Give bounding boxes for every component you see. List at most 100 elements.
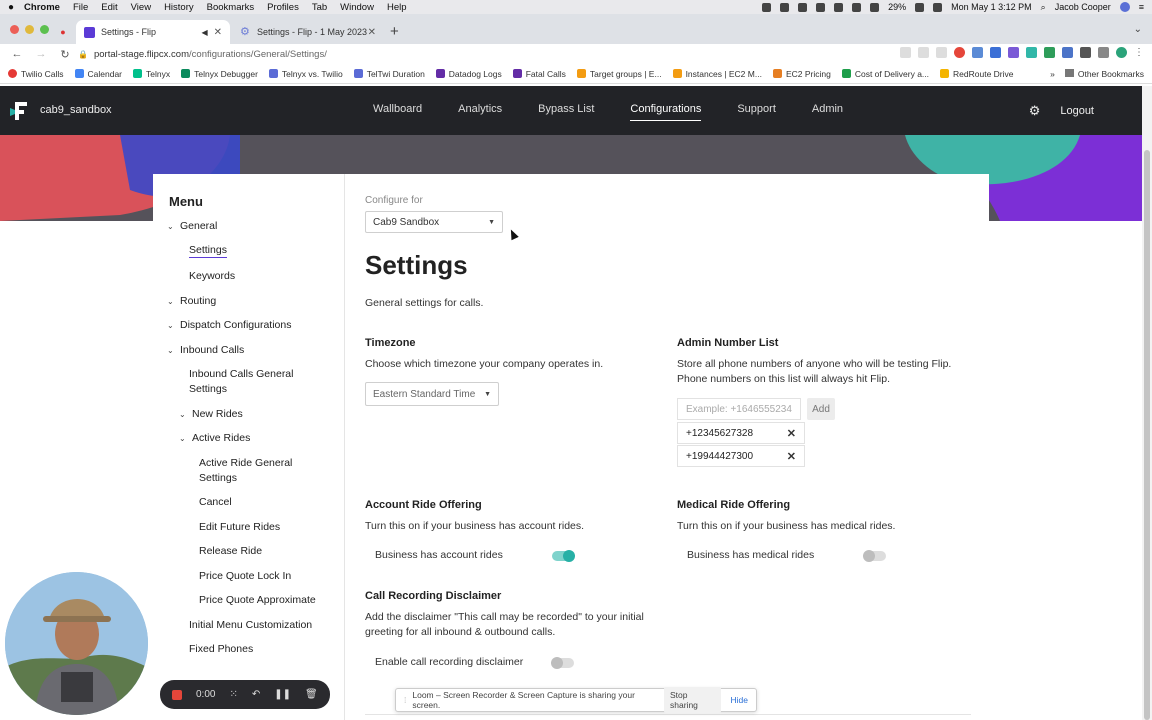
bookmark-target-groups[interactable]: Target groups | E... <box>576 69 662 79</box>
configure-for-select[interactable]: Cab9 Sandbox ▼ <box>365 211 503 233</box>
menu-new-rides[interactable]: ⌄ New Rides <box>179 407 243 422</box>
extension-icon[interactable] <box>972 47 983 58</box>
new-tab-button[interactable]: + <box>390 23 399 40</box>
drag-handle-icon[interactable]: ⁞ <box>404 695 406 705</box>
extension-record-icon[interactable] <box>954 47 965 58</box>
puzzle-icon[interactable] <box>1080 47 1091 58</box>
timezone-select[interactable]: Eastern Standard Time ▼ <box>365 382 499 406</box>
gear-icon[interactable]: ⚙ <box>1029 103 1041 119</box>
menu-initial-menu-customization[interactable]: Initial Menu Customization <box>189 618 312 633</box>
nav-analytics[interactable]: Analytics <box>458 103 502 121</box>
bookmark-teltwi-duration[interactable]: TelTwi Duration <box>353 69 425 79</box>
tab-close-icon[interactable]: ✕ <box>214 27 222 38</box>
battery-icon[interactable] <box>915 2 925 12</box>
user-name[interactable]: Jacob Cooper <box>1055 2 1111 12</box>
nav-configurations[interactable]: Configurations <box>630 103 702 121</box>
undo-icon[interactable]: ↶ <box>252 689 260 700</box>
extension-icon[interactable] <box>990 47 1001 58</box>
scrollbar-thumb[interactable] <box>1144 150 1150 720</box>
tab-close-icon[interactable]: ✕ <box>368 27 376 38</box>
nav-admin[interactable]: Admin <box>812 103 843 121</box>
menu-dispatch-configurations[interactable]: ⌄ Dispatch Configurations <box>167 318 291 333</box>
clock-icon[interactable] <box>834 2 844 12</box>
bookmark-fatal-calls[interactable]: Fatal Calls <box>512 69 566 79</box>
bookmark-datadog-logs[interactable]: Datadog Logs <box>435 69 502 79</box>
menu-cancel[interactable]: Cancel <box>199 495 232 510</box>
account-rides-toggle[interactable] <box>552 550 575 562</box>
back-icon[interactable]: ← <box>10 48 24 60</box>
menu-routing[interactable]: ⌄ Routing <box>167 294 216 309</box>
zoom-window-icon[interactable] <box>40 25 49 34</box>
nav-wallboard[interactable]: Wallboard <box>373 103 422 121</box>
dropbox-icon[interactable] <box>816 2 826 12</box>
admin-phone-input[interactable] <box>677 398 801 420</box>
menu-active-ride-general-settings[interactable]: Active Ride General Settings <box>199 456 292 486</box>
menu-edit-future-rides[interactable]: Edit Future Rides <box>199 520 280 535</box>
bookmark-redroute-drive[interactable]: RedRoute Drive <box>940 69 1014 79</box>
extension-icon[interactable] <box>1008 47 1019 58</box>
bookmark-ec2-pricing[interactable]: EC2 Pricing <box>772 69 831 79</box>
pinned-tab-record[interactable]: ● <box>54 20 72 44</box>
nav-support[interactable]: Support <box>737 103 776 121</box>
address-bar[interactable]: 🔒 portal-stage.flipcx.com/configurations… <box>78 46 898 62</box>
share-icon[interactable] <box>918 47 929 58</box>
logout-button[interactable]: ⚙ Logout <box>1029 103 1094 119</box>
nav-bypass-list[interactable]: Bypass List <box>538 103 594 121</box>
bookmarks-overflow-icon[interactable]: » <box>1050 69 1055 79</box>
menu-edit[interactable]: Edit <box>101 2 117 13</box>
grid-icon[interactable]: ⁙ <box>229 689 237 700</box>
menu-profiles[interactable]: Profiles <box>267 2 299 13</box>
more-options-icon[interactable]: ⋮ <box>1134 47 1144 58</box>
menu-inbound-calls[interactable]: ⌄ Inbound Calls <box>167 343 244 358</box>
menu-settings[interactable]: Settings <box>189 243 227 258</box>
flip-logo-icon[interactable] <box>10 100 30 122</box>
menu-app[interactable]: Chrome <box>24 2 60 13</box>
extension-icon[interactable] <box>1026 47 1037 58</box>
menu-inbound-calls-general-settings[interactable]: Inbound Calls General Settings <box>189 367 293 397</box>
medical-rides-toggle[interactable] <box>863 550 886 562</box>
tab-settings-flip-dated[interactable]: ⚙ Settings - Flip - 1 May 2023 ✕ <box>232 20 384 44</box>
mic-permission-icon[interactable] <box>900 47 911 58</box>
trash-icon[interactable]: 🗑 <box>305 689 318 700</box>
menu-window[interactable]: Window <box>340 2 374 13</box>
reload-icon[interactable]: ↻ <box>58 48 72 61</box>
bookmark-twilio-calls[interactable]: Twilio Calls <box>8 69 64 79</box>
menu-general[interactable]: ⌄ General <box>167 219 217 234</box>
add-number-button[interactable]: Add <box>807 398 835 420</box>
bookmark-calendar[interactable]: Calendar <box>74 69 122 79</box>
bookmark-other[interactable]: Other Bookmarks <box>1064 69 1144 79</box>
bluetooth-icon[interactable] <box>852 2 862 12</box>
extension-icon[interactable] <box>1062 47 1073 58</box>
tab-settings-flip[interactable]: Settings - Flip ◀ ✕ <box>76 20 230 44</box>
record-icon[interactable] <box>780 2 790 12</box>
audio-icon[interactable]: ◀ <box>201 28 207 37</box>
menu-active-rides[interactable]: ⌄ Active Rides <box>179 431 250 446</box>
lock-icon[interactable]: 🔒 <box>78 50 88 59</box>
close-window-icon[interactable] <box>10 25 19 34</box>
minimize-window-icon[interactable] <box>25 25 34 34</box>
menu-fixed-phones[interactable]: Fixed Phones <box>189 642 253 657</box>
bookmark-cost-of-delivery[interactable]: Cost of Delivery a... <box>841 69 929 79</box>
webcam-bubble[interactable] <box>5 572 148 715</box>
menu-price-quote-approximate[interactable]: Price Quote Approximate <box>199 593 316 608</box>
sidebar-icon[interactable] <box>1098 47 1109 58</box>
menu-file[interactable]: File <box>73 2 88 13</box>
extension-icon[interactable] <box>1044 47 1055 58</box>
bookmark-telnyx-vs-twilio[interactable]: Telnyx vs. Twilio <box>268 69 343 79</box>
stop-recording-icon[interactable] <box>172 689 182 700</box>
stop-sharing-button[interactable]: Stop sharing <box>664 687 721 713</box>
forward-icon[interactable]: → <box>34 48 48 60</box>
bookmark-telnyx-debugger[interactable]: Telnyx Debugger <box>181 69 258 79</box>
datetime[interactable]: Mon May 1 3:12 PM <box>951 2 1032 12</box>
loom-icon[interactable] <box>798 2 808 12</box>
remove-icon[interactable]: ✕ <box>787 450 796 463</box>
apple-icon[interactable]: ● <box>8 2 14 13</box>
page-scrollbar[interactable] <box>1142 86 1152 720</box>
menu-tab[interactable]: Tab <box>312 2 327 13</box>
remove-icon[interactable]: ✕ <box>787 427 796 440</box>
tab-search-icon[interactable]: ⌄ <box>1134 24 1142 35</box>
mic-icon[interactable] <box>762 2 772 12</box>
menu-bookmarks[interactable]: Bookmarks <box>207 2 255 13</box>
pause-icon[interactable]: ❚❚ <box>274 689 291 700</box>
menu-release-ride[interactable]: Release Ride <box>199 544 262 559</box>
